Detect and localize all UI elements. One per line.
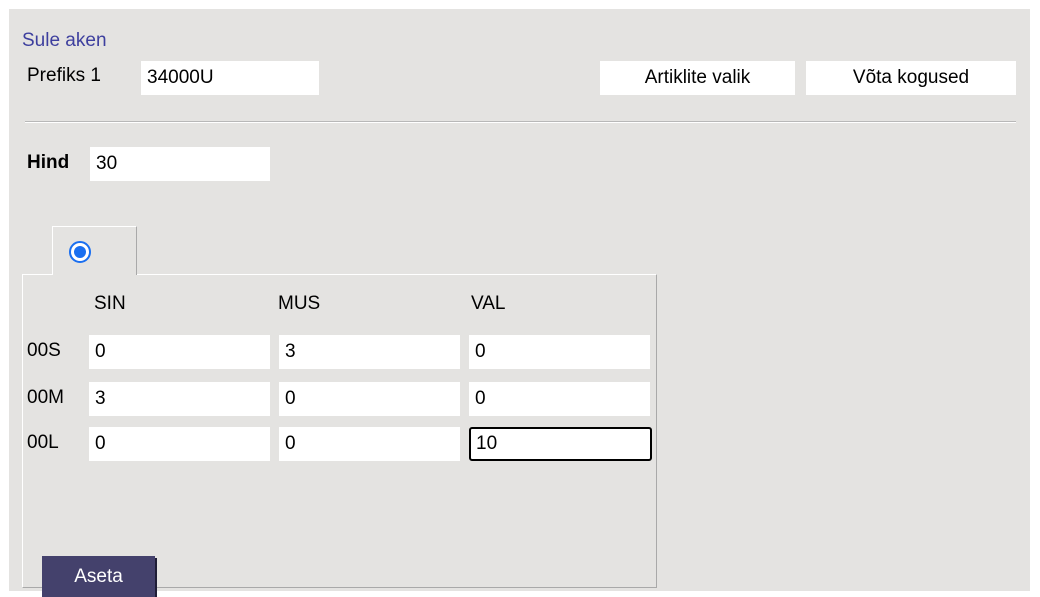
column-header-mus: MUS <box>278 293 321 314</box>
prefix-label: Prefiks 1 <box>27 65 101 86</box>
row-label-00s: 00S <box>27 340 61 361</box>
section-divider <box>25 121 1016 123</box>
size-matrix-grid: SIN MUS VAL 00S 00M 00L Aseta <box>22 274 657 597</box>
qty-00l-sin-input[interactable] <box>89 427 270 461</box>
qty-00m-sin-input[interactable] <box>89 382 270 416</box>
radio-selected-icon[interactable] <box>69 241 91 263</box>
column-header-sin: SIN <box>94 293 126 314</box>
price-label: Hind <box>27 152 70 173</box>
row-label-00m: 00M <box>27 387 64 408</box>
select-items-button[interactable]: Artiklite valik <box>600 61 795 95</box>
size-matrix-tab[interactable] <box>52 226 137 275</box>
qty-00s-sin-input[interactable] <box>89 335 270 369</box>
qty-00m-mus-input[interactable] <box>279 382 460 416</box>
close-window-link[interactable]: Sule aken <box>22 30 107 52</box>
qty-00s-val-input[interactable] <box>469 335 650 369</box>
qty-00s-mus-input[interactable] <box>279 335 460 369</box>
matrix-entry-panel: Sule aken Prefiks 1 Artiklite valik Võta… <box>9 9 1030 597</box>
price-input[interactable] <box>90 147 270 181</box>
column-header-val: VAL <box>471 293 506 314</box>
qty-00m-val-input[interactable] <box>469 382 650 416</box>
row-label-00l: 00L <box>27 432 59 453</box>
prefix-input[interactable] <box>141 61 319 95</box>
take-quantities-button[interactable]: Võta kogused <box>806 61 1016 95</box>
qty-00l-mus-input[interactable] <box>279 427 460 461</box>
qty-00l-val-input[interactable] <box>469 427 652 461</box>
